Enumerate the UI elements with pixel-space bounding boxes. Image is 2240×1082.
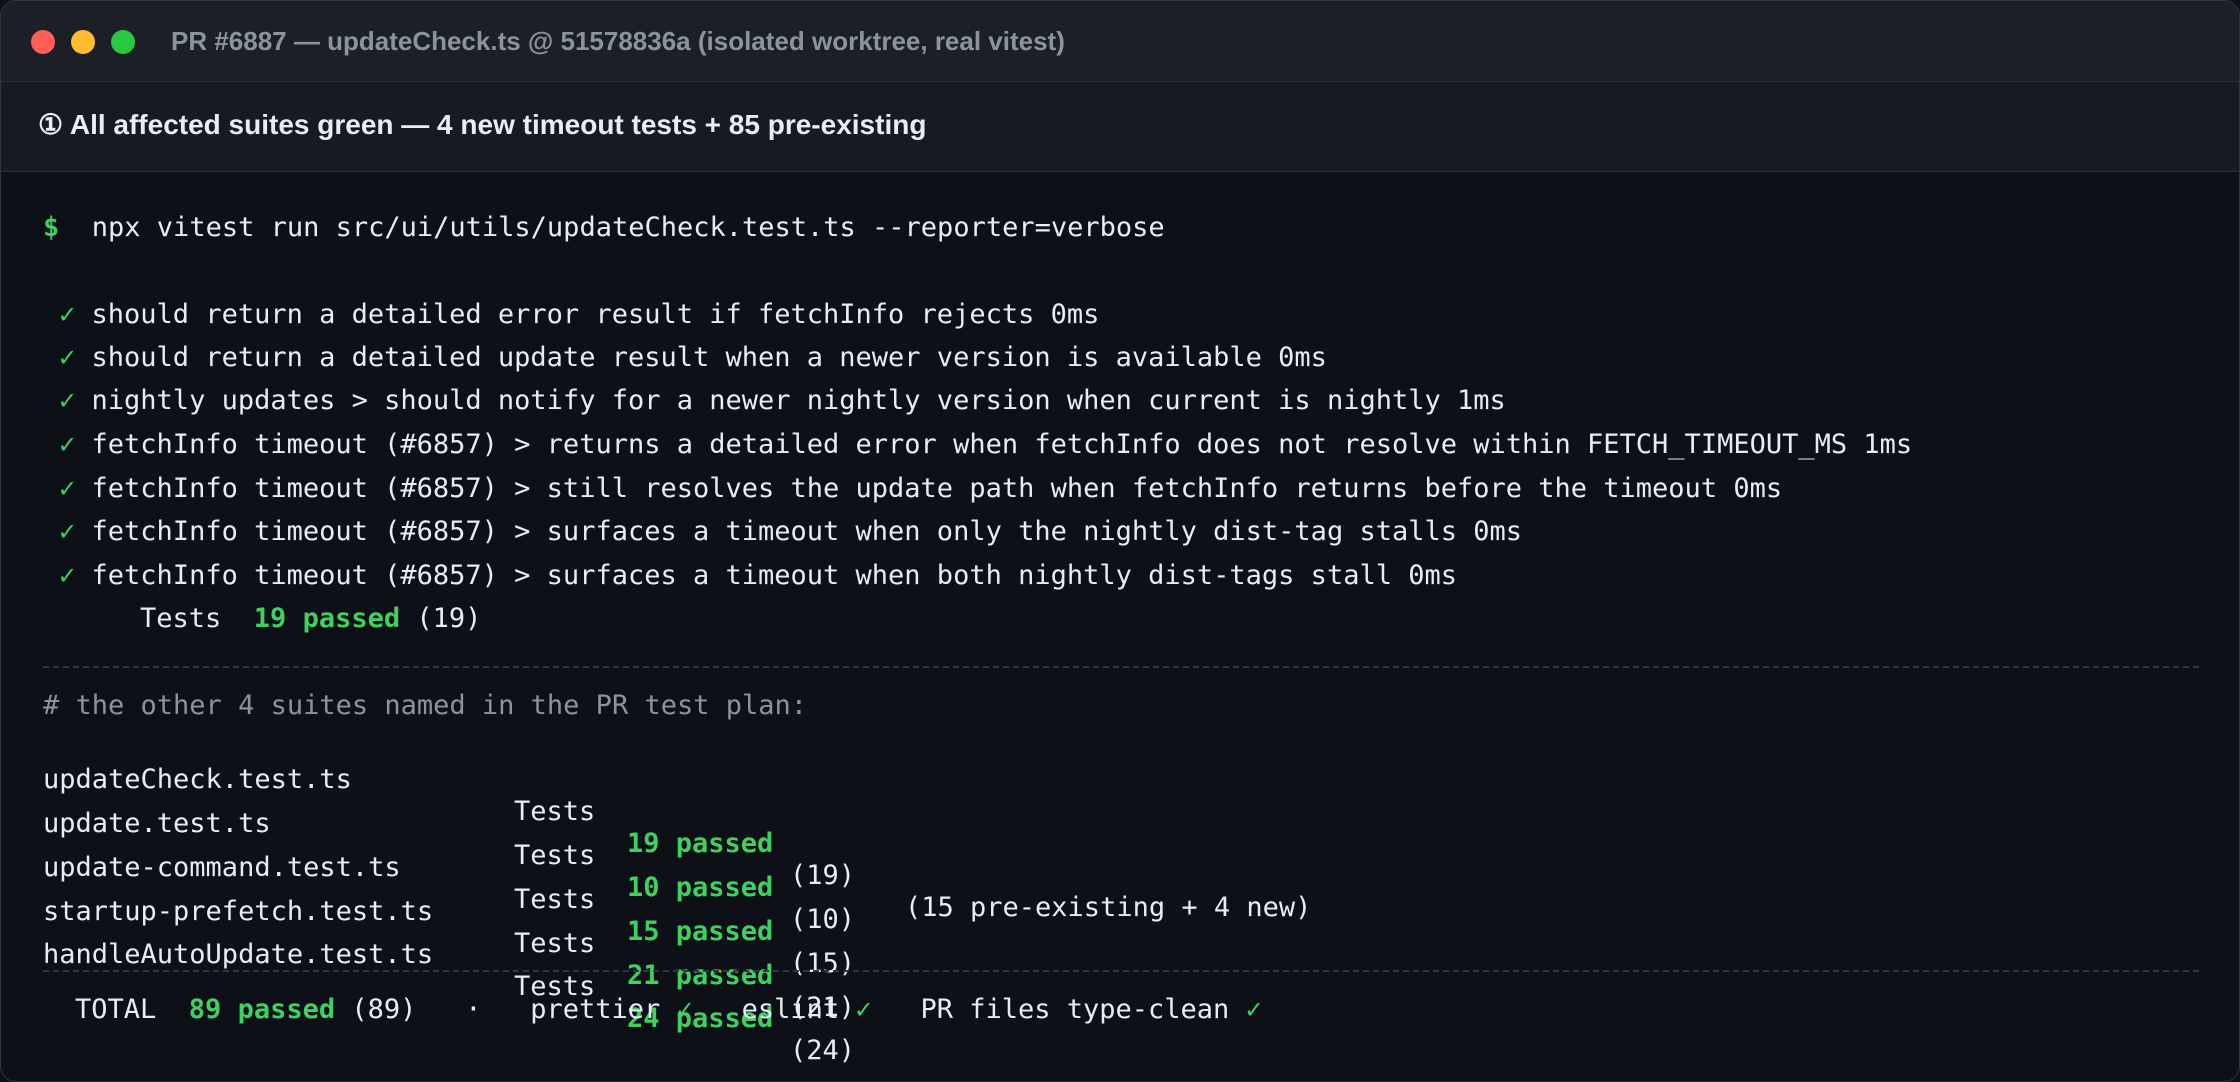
- test-result-line: ✓ fetchInfo timeout (#6857) > returns a …: [59, 429, 1912, 461]
- check-icon: ✓: [59, 429, 76, 460]
- zoom-window-button[interactable]: [111, 30, 135, 54]
- check-icon: ✓: [59, 385, 76, 416]
- terminal-output[interactable]: $ npx vitest run src/ui/utils/updateChec…: [1, 172, 2239, 1081]
- suite-row: update.test.ts Tests 10 passed (10): [1, 776, 2239, 935]
- title-bar: PR #6887 — updateCheck.ts @ 51578836a (i…: [1, 1, 2239, 82]
- tests-label: Tests: [140, 603, 222, 634]
- divider: [43, 970, 2199, 972]
- test-result-text: fetchInfo timeout (#6857) > surfaces a t…: [91, 560, 1457, 591]
- test-result-line: ✓ nightly updates > should notify for a …: [59, 385, 1506, 417]
- tests-total: (19): [416, 603, 482, 634]
- total-passed: 89 passed: [188, 994, 336, 1025]
- command-line: $ npx vitest run src/ui/utils/updateChec…: [43, 212, 1165, 244]
- test-result-line: ✓ fetchInfo timeout (#6857) > surfaces a…: [59, 560, 1457, 592]
- separator-dot: ·: [465, 994, 482, 1025]
- eslint-label: eslint: [741, 994, 840, 1025]
- total-label: TOTAL: [75, 994, 157, 1025]
- close-window-button[interactable]: [31, 30, 55, 54]
- test-result-line: ✓ should return a detailed update result…: [59, 342, 1327, 374]
- suite-row: updateCheck.test.ts Tests 19 passed (19)…: [1, 732, 2239, 923]
- check-icon: ✓: [59, 342, 76, 373]
- totals-line: TOTAL 89 passed (89) · prettier ✓ eslint…: [75, 994, 1262, 1026]
- suite-passed: 21 passed: [627, 960, 774, 991]
- suite-row: startup-prefetch.test.ts Tests 21 passed…: [1, 864, 2239, 1023]
- test-result-text: nightly updates > should notify for a ne…: [91, 385, 1506, 416]
- suite-row: update-command.test.ts Tests 15 passed (…: [1, 820, 2239, 979]
- check-icon: ✓: [1245, 994, 1262, 1025]
- suite-total: (24): [790, 1035, 856, 1066]
- suite-name: handleAutoUpdate.test.ts: [43, 939, 434, 970]
- test-result-text: fetchInfo timeout (#6857) > still resolv…: [91, 473, 1783, 504]
- suite-total: (15): [790, 948, 856, 979]
- test-result-line: ✓ fetchInfo timeout (#6857) > still reso…: [59, 473, 1782, 505]
- banner-text: ① All affected suites green — 4 new time…: [38, 109, 927, 140]
- prompt-symbol: $: [43, 212, 60, 243]
- suite-row: handleAutoUpdate.test.ts Tests 24 passed…: [1, 907, 2239, 1066]
- total-count: (89): [351, 994, 417, 1025]
- status-banner: ① All affected suites green — 4 new time…: [1, 82, 2239, 172]
- test-result-text: fetchInfo timeout (#6857) > surfaces a t…: [91, 516, 1523, 547]
- test-result-line: ✓ fetchInfo timeout (#6857) > surfaces a…: [59, 516, 1522, 548]
- terminal-window: PR #6887 — updateCheck.ts @ 51578836a (i…: [0, 0, 2240, 1082]
- suites-comment: # the other 4 suites named in the PR tes…: [43, 690, 808, 721]
- command-text: npx vitest run src/ui/utils/updateCheck.…: [91, 212, 1165, 243]
- test-result-text: should return a detailed error result if…: [91, 299, 1100, 330]
- prettier-label: prettier: [530, 994, 661, 1025]
- check-icon: ✓: [59, 473, 76, 504]
- tests-summary: Tests 19 passed (19): [140, 603, 481, 635]
- check-icon: ✓: [855, 994, 872, 1025]
- check-icon: ✓: [59, 516, 76, 547]
- typecheck-label: PR files type-clean: [920, 994, 1230, 1025]
- test-result-text: fetchInfo timeout (#6857) > returns a de…: [91, 429, 1913, 460]
- check-icon: ✓: [59, 560, 76, 591]
- divider: [43, 666, 2199, 668]
- minimize-window-button[interactable]: [71, 30, 95, 54]
- test-result-text: should return a detailed update result w…: [91, 342, 1327, 373]
- test-result-line: ✓ should return a detailed error result …: [59, 299, 1099, 331]
- check-icon: ✓: [59, 299, 76, 330]
- tests-passed: 19 passed: [253, 603, 401, 634]
- check-icon: ✓: [676, 994, 693, 1025]
- window-title: PR #6887 — updateCheck.ts @ 51578836a (i…: [171, 26, 1065, 56]
